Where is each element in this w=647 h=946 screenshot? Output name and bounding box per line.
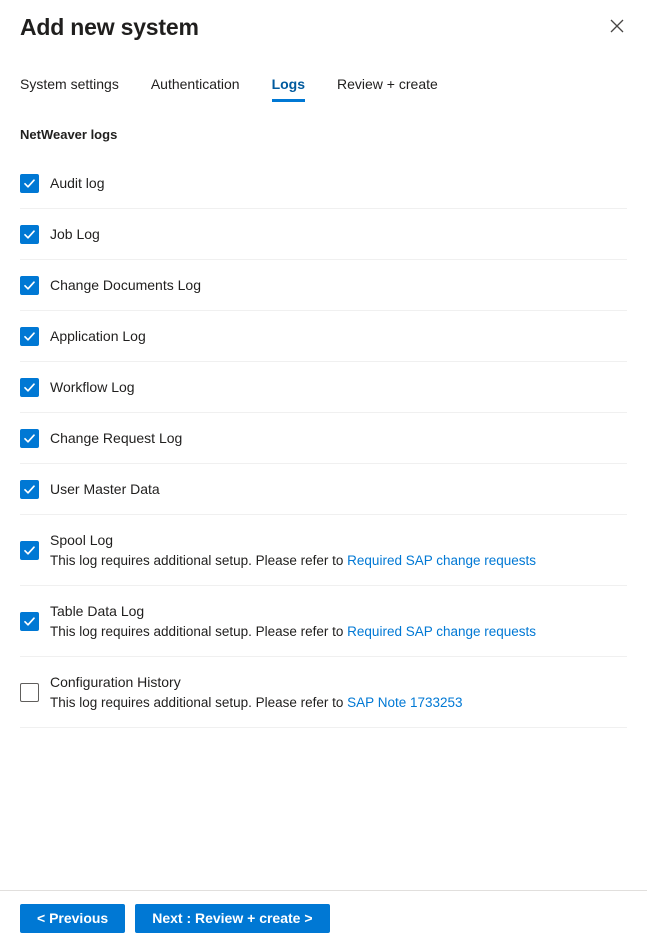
- log-label: Change Documents Log: [50, 277, 201, 293]
- log-description-text: This log requires additional setup. Plea…: [50, 552, 348, 568]
- log-description-text: This log requires additional setup. Plea…: [50, 694, 348, 710]
- log-label: Change Request Log: [50, 430, 183, 446]
- checkbox-checked[interactable]: [20, 326, 39, 346]
- log-description: This log requires additional setup. Plea…: [50, 693, 463, 713]
- log-label: User Master Data: [50, 481, 160, 497]
- log-setup-link[interactable]: SAP Note 1733253: [347, 695, 462, 710]
- log-row-labels: Change Documents Log: [50, 275, 201, 295]
- log-description-text: This log requires additional setup. Plea…: [50, 623, 348, 639]
- log-label: Workflow Log: [50, 379, 135, 395]
- log-label: Audit log: [50, 175, 105, 191]
- close-icon: [610, 19, 624, 33]
- next-review-create-button[interactable]: Next : Review + create >: [135, 904, 330, 933]
- log-row[interactable]: Workflow Log: [20, 362, 627, 413]
- log-row-labels: User Master Data: [50, 479, 160, 499]
- log-label: Configuration History: [50, 673, 181, 690]
- tab-logs[interactable]: Logs: [271, 74, 306, 102]
- tab-review-create[interactable]: Review + create: [337, 74, 438, 102]
- panel-header: Add new system: [0, 0, 647, 46]
- close-button[interactable]: [601, 10, 633, 42]
- checkbox-checked[interactable]: [20, 377, 39, 397]
- tab-authentication[interactable]: Authentication: [151, 74, 240, 102]
- log-row-labels: Workflow Log: [50, 377, 135, 397]
- log-label: Job Log: [50, 226, 100, 242]
- log-row[interactable]: Spool Log This log requires additional se…: [20, 515, 627, 586]
- log-label: Table Data Log: [50, 602, 145, 619]
- panel-content: NetWeaver logs Audit log Job Log Change Do…: [0, 126, 647, 728]
- log-row[interactable]: Table Data Log This log requires addition…: [20, 586, 627, 657]
- log-row[interactable]: User Master Data: [20, 464, 627, 515]
- checkbox-checked[interactable]: [20, 428, 39, 448]
- log-row-labels: Spool Log This log requires additional se…: [50, 530, 536, 571]
- log-row[interactable]: Application Log: [20, 311, 627, 362]
- log-row[interactable]: Change Request Log: [20, 413, 627, 464]
- log-setup-link[interactable]: Required SAP change requests: [347, 624, 536, 639]
- log-description: This log requires additional setup. Plea…: [50, 551, 536, 571]
- log-row[interactable]: Audit log: [20, 158, 627, 209]
- log-row-labels: Application Log: [50, 326, 146, 346]
- tab-system-settings[interactable]: System settings: [20, 74, 119, 102]
- panel-footer: < Previous Next : Review + create >: [0, 890, 647, 946]
- log-description: This log requires additional setup. Plea…: [50, 622, 536, 642]
- checkbox-checked[interactable]: [20, 275, 39, 295]
- log-setup-link[interactable]: Required SAP change requests: [347, 553, 536, 568]
- log-row-labels: Job Log: [50, 224, 100, 244]
- checkbox-checked[interactable]: [20, 173, 39, 193]
- log-row[interactable]: Configuration History This log requires a…: [20, 657, 627, 728]
- checkbox-checked[interactable]: [20, 611, 39, 631]
- previous-button[interactable]: < Previous: [20, 904, 126, 933]
- page-title: Add new system: [20, 14, 199, 40]
- log-row[interactable]: Job Log: [20, 209, 627, 260]
- checkbox-unchecked[interactable]: [20, 682, 39, 702]
- checkbox-checked[interactable]: [20, 540, 39, 560]
- tab-bar: System settings Authentication Logs Review …: [0, 68, 647, 102]
- section-title-netweaver-logs: NetWeaver logs: [20, 127, 118, 142]
- log-list: Audit log Job Log Change Documents Log Appl…: [20, 158, 627, 728]
- log-label: Spool Log: [50, 531, 114, 548]
- log-row[interactable]: Change Documents Log: [20, 260, 627, 311]
- checkbox-checked[interactable]: [20, 224, 39, 244]
- log-row-labels: Configuration History This log requires a…: [50, 672, 463, 713]
- log-row-labels: Change Request Log: [50, 428, 182, 448]
- checkbox-checked[interactable]: [20, 479, 39, 499]
- log-row-labels: Audit log: [50, 173, 104, 193]
- log-row-labels: Table Data Log This log requires addition…: [50, 601, 536, 642]
- log-label: Application Log: [50, 328, 146, 344]
